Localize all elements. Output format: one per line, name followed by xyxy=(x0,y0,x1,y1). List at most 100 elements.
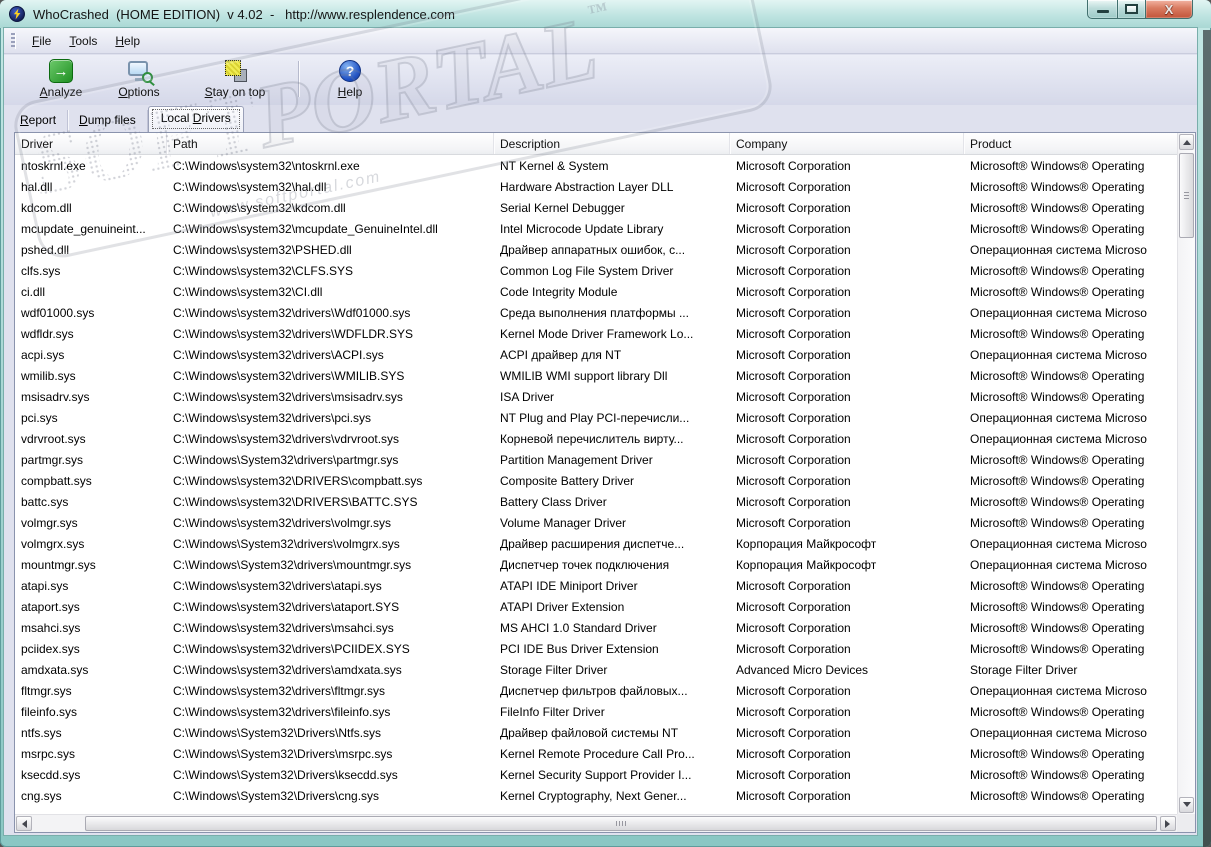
menu-help[interactable]: Help xyxy=(106,31,149,51)
cell-path: C:\Windows\System32\drivers\partmgr.sys xyxy=(173,452,399,467)
cell-description: Storage Filter Driver xyxy=(500,662,608,677)
close-icon: X xyxy=(1164,1,1174,17)
cell-description: NT Kernel & System xyxy=(500,158,609,173)
minimize-button[interactable] xyxy=(1087,0,1118,19)
analyze-label: Analyze xyxy=(39,85,83,99)
cell-company: Microsoft Corporation xyxy=(736,263,851,278)
cell-company: Microsoft Corporation xyxy=(736,746,851,761)
horizontal-scrollbar[interactable] xyxy=(15,814,1177,832)
table-row[interactable]: msahci.sys C:\Windows\system32\drivers\m… xyxy=(15,617,1177,638)
column-header-company[interactable]: Company xyxy=(730,133,964,154)
table-row[interactable]: battc.sys C:\Windows\system32\DRIVERS\BA… xyxy=(15,491,1177,512)
left-arrow-icon xyxy=(18,819,27,828)
table-row[interactable]: pciidex.sys C:\Windows\system32\drivers\… xyxy=(15,638,1177,659)
cell-company: Microsoft Corporation xyxy=(736,704,851,719)
cell-path: C:\Windows\system32\kdcom.dll xyxy=(173,200,346,215)
cell-product: Microsoft® Windows® Operating xyxy=(970,620,1145,635)
help-button[interactable]: ? Help xyxy=(321,59,379,99)
table-row[interactable]: acpi.sys C:\Windows\system32\drivers\ACP… xyxy=(15,344,1177,365)
analyze-button[interactable]: → Analyze xyxy=(28,59,94,99)
cell-company: Microsoft Corporation xyxy=(736,284,851,299)
cell-driver: wmilib.sys xyxy=(21,368,76,383)
table-row[interactable]: fileinfo.sys C:\Windows\system32\drivers… xyxy=(15,701,1177,722)
cell-product: Операционная система Microso xyxy=(970,305,1147,320)
cell-product: Microsoft® Windows® Operating xyxy=(970,641,1145,656)
cell-path: C:\Windows\system32\drivers\PCIIDEX.SYS xyxy=(173,641,410,656)
table-row[interactable]: kdcom.dll C:\Windows\system32\kdcom.dll … xyxy=(15,197,1177,218)
table-row[interactable]: atapi.sys C:\Windows\system32\drivers\at… xyxy=(15,575,1177,596)
cell-driver: ntfs.sys xyxy=(21,725,62,740)
table-row[interactable]: ntfs.sys C:\Windows\System32\Drivers\Ntf… xyxy=(15,722,1177,743)
menu-tools[interactable]: Tools xyxy=(60,31,106,51)
scroll-right-button[interactable] xyxy=(1160,816,1176,831)
table-row[interactable]: partmgr.sys C:\Windows\System32\drivers\… xyxy=(15,449,1177,470)
table-row[interactable]: wdfldr.sys C:\Windows\system32\drivers\W… xyxy=(15,323,1177,344)
table-row[interactable]: wdf01000.sys C:\Windows\system32\drivers… xyxy=(15,302,1177,323)
cell-company: Advanced Micro Devices xyxy=(736,662,869,677)
table-row[interactable]: volmgrx.sys C:\Windows\System32\drivers\… xyxy=(15,533,1177,554)
maximize-button[interactable] xyxy=(1118,0,1146,19)
cell-product: Microsoft® Windows® Operating xyxy=(970,284,1145,299)
table-row[interactable]: msrpc.sys C:\Windows\System32\Drivers\ms… xyxy=(15,743,1177,764)
cell-product: Microsoft® Windows® Operating xyxy=(970,221,1145,236)
scroll-left-button[interactable] xyxy=(16,816,32,831)
table-row[interactable]: mcupdate_genuineint... C:\Windows\system… xyxy=(15,218,1177,239)
scroll-down-button[interactable] xyxy=(1179,797,1194,813)
cell-description: NT Plug and Play PCI-перечисли... xyxy=(500,410,690,425)
scroll-up-button[interactable] xyxy=(1179,134,1194,150)
cell-path: C:\Windows\system32\drivers\atapi.sys xyxy=(173,578,382,593)
help-circle-wrap: ? xyxy=(338,59,362,83)
cell-description: Среда выполнения платформы ... xyxy=(500,305,689,320)
table-row[interactable]: volmgr.sys C:\Windows\system32\drivers\v… xyxy=(15,512,1177,533)
tab-report[interactable]: Report xyxy=(9,110,69,132)
column-header-driver[interactable]: Driver xyxy=(15,133,167,154)
vertical-scrollbar[interactable] xyxy=(1177,133,1195,814)
column-header-product[interactable]: Product xyxy=(964,133,1177,154)
table-row[interactable]: wmilib.sys C:\Windows\system32\drivers\W… xyxy=(15,365,1177,386)
table-row[interactable]: pci.sys C:\Windows\system32\drivers\pci.… xyxy=(15,407,1177,428)
table-row[interactable]: ataport.sys C:\Windows\system32\drivers\… xyxy=(15,596,1177,617)
table-row[interactable]: pshed.dll C:\Windows\system32\PSHED.dll … xyxy=(15,239,1177,260)
table-row[interactable]: compbatt.sys C:\Windows\system32\DRIVERS… xyxy=(15,470,1177,491)
table-row[interactable]: amdxata.sys C:\Windows\system32\drivers\… xyxy=(15,659,1177,680)
cell-path: C:\Windows\system32\drivers\WMILIB.SYS xyxy=(173,368,405,383)
magnifier-icon xyxy=(142,72,153,83)
vertical-scroll-thumb[interactable] xyxy=(1179,153,1194,238)
close-button[interactable]: X xyxy=(1146,0,1193,19)
cell-company: Microsoft Corporation xyxy=(736,347,851,362)
options-button[interactable]: Options xyxy=(104,59,174,99)
menu-file[interactable]: File xyxy=(23,31,60,51)
title-bar[interactable]: WhoCrashed (HOME EDITION) v 4.02 - http:… xyxy=(0,0,1211,28)
maximize-icon xyxy=(1125,4,1138,14)
table-row[interactable]: msisadrv.sys C:\Windows\system32\drivers… xyxy=(15,386,1177,407)
tab-local-drivers[interactable]: Local Drivers xyxy=(147,106,244,132)
cell-description: Kernel Security Support Provider I... xyxy=(500,767,692,782)
cell-description: ATAPI IDE Miniport Driver xyxy=(500,578,638,593)
table-row[interactable]: ci.dll C:\Windows\system32\CI.dll Code I… xyxy=(15,281,1177,302)
cell-company: Microsoft Corporation xyxy=(736,221,851,236)
table-row[interactable]: clfs.sys C:\Windows\system32\CLFS.SYS Co… xyxy=(15,260,1177,281)
horizontal-scroll-thumb[interactable] xyxy=(85,816,1157,831)
table-row[interactable]: ntoskrnl.exe C:\Windows\system32\ntoskrn… xyxy=(15,155,1177,176)
cell-path: C:\Windows\system32\CLFS.SYS xyxy=(173,263,354,278)
tab-dump-files[interactable]: Dump files xyxy=(68,110,148,132)
cell-product: Microsoft® Windows® Operating xyxy=(970,200,1145,215)
whocrashed-window: WhoCrashed (HOME EDITION) v 4.02 - http:… xyxy=(0,0,1211,847)
cell-driver: ci.dll xyxy=(21,284,46,299)
column-header-description[interactable]: Description xyxy=(494,133,730,154)
cell-company: Microsoft Corporation xyxy=(736,410,851,425)
cell-product: Microsoft® Windows® Operating xyxy=(970,788,1145,803)
table-row[interactable]: mountmgr.sys C:\Windows\System32\drivers… xyxy=(15,554,1177,575)
table-row[interactable]: fltmgr.sys C:\Windows\system32\drivers\f… xyxy=(15,680,1177,701)
menubar-grip[interactable] xyxy=(11,32,15,49)
cell-product: Microsoft® Windows® Operating xyxy=(970,179,1145,194)
stay-on-top-button[interactable]: Stay on top xyxy=(186,59,284,99)
cell-company: Microsoft Corporation xyxy=(736,578,851,593)
table-row[interactable]: vdrvroot.sys C:\Windows\system32\drivers… xyxy=(15,428,1177,449)
cell-description: PCI IDE Bus Driver Extension xyxy=(500,641,659,656)
table-row[interactable]: cng.sys C:\Windows\System32\Drivers\cng.… xyxy=(15,785,1177,806)
table-row[interactable]: hal.dll C:\Windows\system32\hal.dll Hard… xyxy=(15,176,1177,197)
table-row[interactable]: ksecdd.sys C:\Windows\System32\Drivers\k… xyxy=(15,764,1177,785)
column-header-path[interactable]: Path xyxy=(167,133,494,154)
analyze-arrow-icon: → xyxy=(49,59,73,83)
